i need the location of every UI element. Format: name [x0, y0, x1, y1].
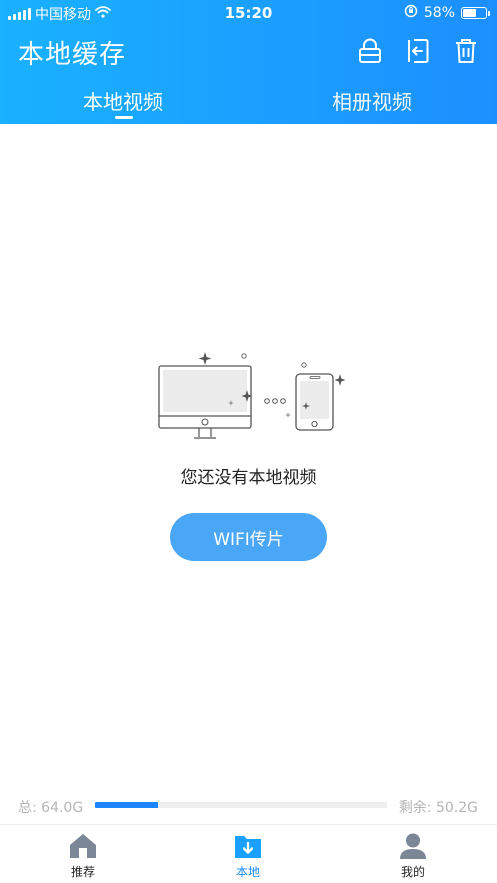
trash-icon[interactable] [453, 38, 479, 64]
exit-icon[interactable] [405, 38, 431, 64]
status-bar: 中国移动 15:20 58% [0, 0, 497, 26]
empty-message: 您还没有本地视频 [180, 468, 317, 488]
empty-illustration [150, 346, 350, 446]
storage-total: 总: 64.0G [18, 800, 84, 816]
rotation-lock-icon [404, 4, 418, 22]
storage-bar: 总: 64.0G 剩余: 50.2G [0, 795, 497, 816]
header: 中国移动 15:20 58% 本地缓存 本地视频 相册视频 [0, 0, 497, 124]
profile-icon [398, 831, 428, 861]
battery-icon [461, 7, 490, 19]
tab-bar: 本地视频 相册视频 [0, 86, 497, 124]
nav-label-mine: 我的 [400, 865, 425, 879]
tab-local-video[interactable]: 本地视频 [83, 86, 163, 115]
tab-album-video[interactable]: 相册视频 [332, 86, 412, 115]
bottom-nav: 推荐 本地 我的 [0, 824, 497, 883]
nav-label-local: 本地 [235, 865, 260, 879]
nav-label-recommend: 推荐 [70, 865, 95, 879]
page-title: 本地缓存 [18, 40, 127, 70]
battery-percent: 58% [423, 5, 455, 21]
header-actions [357, 38, 479, 64]
status-right: 58% [404, 4, 490, 22]
wifi-transfer-button[interactable]: WIFI传片 [170, 513, 327, 561]
nav-item-local[interactable]: 本地 [208, 831, 288, 880]
lock-icon[interactable] [357, 38, 383, 64]
home-icon [68, 831, 98, 861]
nav-item-recommend[interactable]: 推荐 [43, 831, 123, 880]
storage-progress [95, 802, 387, 808]
storage-remaining: 剩余: 50.2G [398, 800, 478, 816]
tab-indicator [115, 116, 133, 119]
storage-progress-fill [95, 802, 159, 808]
download-folder-icon [233, 831, 263, 861]
nav-item-mine[interactable]: 我的 [373, 831, 453, 880]
